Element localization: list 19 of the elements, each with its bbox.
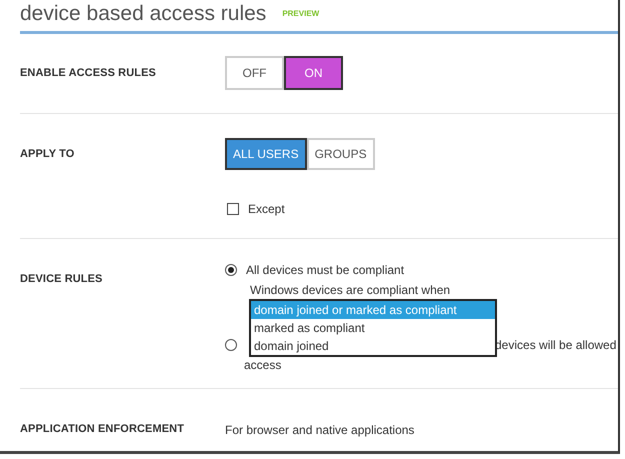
page-title: device based access rules (20, 1, 266, 27)
checkbox[interactable] (227, 203, 239, 215)
dropdown-option[interactable]: domain joined (251, 337, 495, 355)
section-label: DEVICE RULES (20, 272, 104, 287)
section-label: ENABLE ACCESS RULES (20, 67, 157, 79)
preview-label: PREVIEW (282, 9, 320, 18)
toggle-option[interactable]: OFF (225, 56, 284, 90)
section-label: APPLY TO (20, 147, 76, 162)
radio-button[interactable] (225, 339, 237, 351)
radio-label: access (243, 359, 282, 371)
radio-label: All devices must be compliant (246, 263, 404, 277)
checkbox-label: Except (248, 202, 285, 216)
radio-button[interactable] (225, 264, 237, 276)
segment-button[interactable]: GROUPS (306, 138, 375, 170)
section-label: APPLICATION ENFORCEMENT (20, 423, 186, 437)
dropdown-option[interactable]: marked as compliant (251, 319, 495, 337)
description-text: For browser and native applications (225, 423, 414, 437)
toggle-option[interactable]: ON (284, 56, 343, 90)
field-label: Windows devices are compliant when (250, 282, 450, 299)
